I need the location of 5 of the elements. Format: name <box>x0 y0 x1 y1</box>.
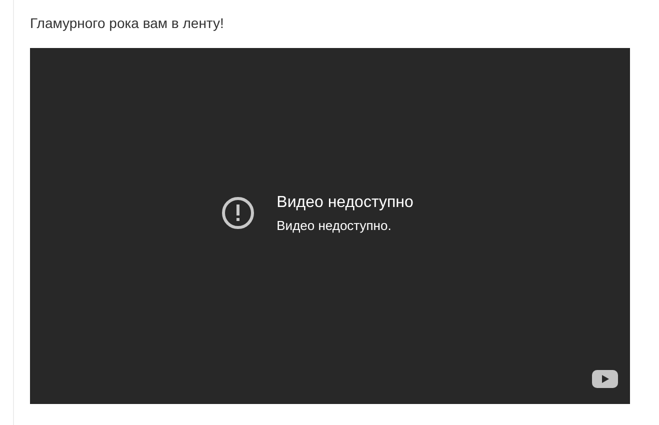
error-title: Видео недоступно <box>276 194 414 212</box>
post-text: Гламурного рока вам в ленту! <box>30 14 225 33</box>
alert-icon <box>220 196 255 230</box>
play-logo-icon[interactable] <box>592 370 618 388</box>
error-message: Видео недоступно. <box>276 218 392 232</box>
